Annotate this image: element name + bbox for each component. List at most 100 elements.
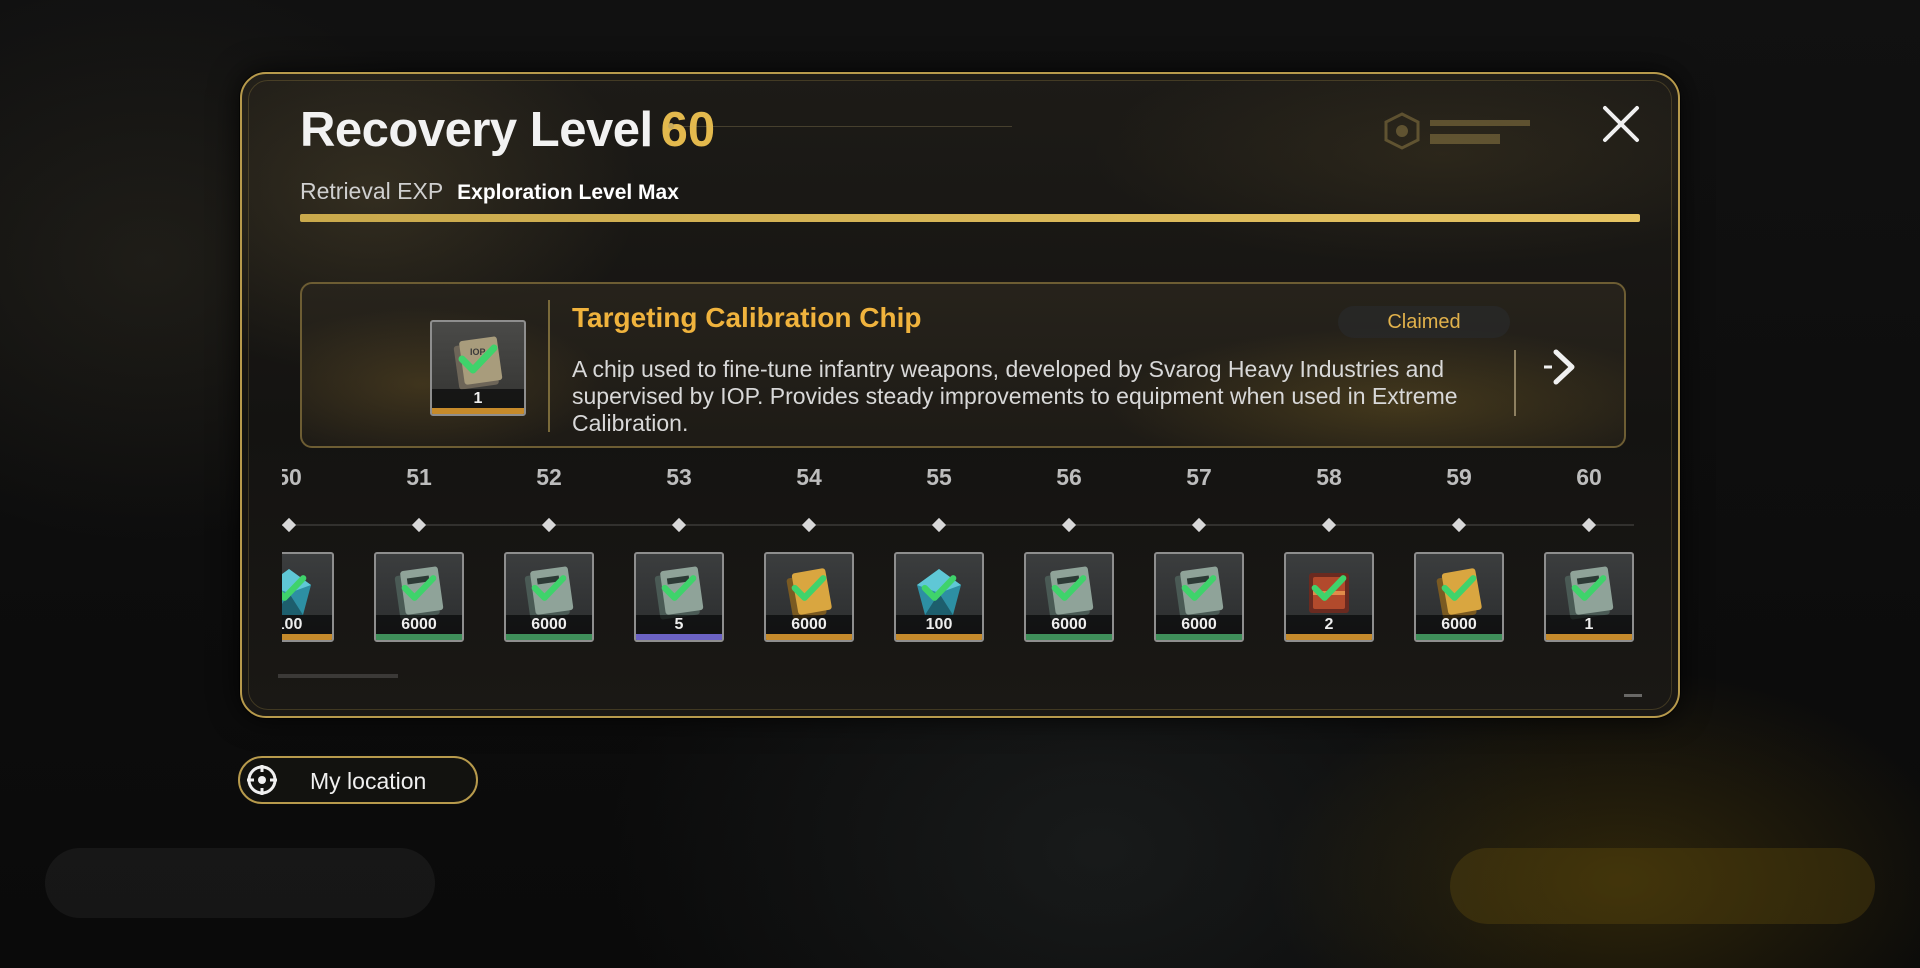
- level-number: 58: [1316, 464, 1342, 490]
- target-icon: [247, 765, 277, 795]
- title-decoration: [668, 123, 1012, 129]
- reward-item: 2: [1284, 552, 1374, 642]
- level-number: 55: [926, 464, 952, 490]
- rarity-bar: [1156, 634, 1242, 640]
- modal-title-row: Recovery Level 60: [300, 102, 715, 158]
- level-number: 59: [1446, 464, 1472, 490]
- level-number: 51: [406, 464, 432, 490]
- claimed-check-icon: [1051, 575, 1087, 602]
- rarity-bar: [766, 634, 852, 640]
- claimed-check-icon: [1181, 575, 1217, 602]
- claimed-check-icon: [531, 575, 567, 602]
- brand-logo-icon: [1384, 112, 1530, 150]
- reward-item-slot[interactable]: 6000: [1024, 552, 1114, 642]
- level-marker: [541, 517, 557, 533]
- reward-quantity: 6000: [1156, 615, 1242, 634]
- reward-item-slot[interactable]: 6000: [374, 552, 464, 642]
- bottom-decoration-right: [1624, 694, 1642, 697]
- close-button[interactable]: [1599, 102, 1643, 146]
- reward-item-slot[interactable]: 5: [634, 552, 724, 642]
- reward-item-slot[interactable]: 6000: [1414, 552, 1504, 642]
- reward-item-slot[interactable]: 6000: [504, 552, 594, 642]
- reward-item: 6000: [374, 552, 464, 642]
- reward-detail-button[interactable]: [1538, 342, 1588, 392]
- chevron-right-icon: [1544, 349, 1575, 385]
- level-reward-track[interactable]: 50 100 51 6000 52 6000 53 5 54 6000 55 100 56 6000 57 6…: [282, 464, 1634, 644]
- claimed-check-icon: [282, 575, 307, 602]
- rarity-bar: [1416, 634, 1502, 640]
- level-number: 50: [282, 464, 302, 490]
- bottom-decoration: [278, 674, 398, 678]
- claimed-check-icon: [458, 344, 498, 374]
- level-marker: [411, 517, 427, 533]
- reward-item: 6000: [504, 552, 594, 642]
- background-button: [1450, 848, 1875, 924]
- level-number: 57: [1186, 464, 1212, 490]
- reward-item: 5: [634, 552, 724, 642]
- recovery-level-number: 60: [660, 103, 716, 157]
- level-marker: [1061, 517, 1077, 533]
- reward-item: 6000: [1154, 552, 1244, 642]
- level-marker: [931, 517, 947, 533]
- claimed-badge: Claimed: [1338, 306, 1510, 338]
- claimed-check-icon: [401, 575, 437, 602]
- level-marker: [1581, 517, 1597, 533]
- reward-item-slot[interactable]: 100: [282, 552, 334, 642]
- reward-quantity: 6000: [506, 615, 592, 634]
- rarity-bar: [1026, 634, 1112, 640]
- reward-item: 100: [894, 552, 984, 642]
- level-marker: [671, 517, 687, 533]
- exp-progress-bar: [300, 214, 1640, 222]
- exp-row: Retrieval EXP Exploration Level Max: [300, 178, 679, 205]
- level-number: 60: [1576, 464, 1602, 490]
- rarity-bar: [896, 634, 982, 640]
- reward-item: 1: [1544, 552, 1634, 642]
- my-location-label: My location: [310, 768, 427, 794]
- reward-name: Targeting Calibration Chip: [572, 302, 922, 333]
- reward-quantity: 6000: [376, 615, 462, 634]
- reward-item-slot[interactable]: 2: [1284, 552, 1374, 642]
- rarity-bar: [1286, 634, 1372, 640]
- reward-item: 100: [282, 552, 334, 642]
- claimed-check-icon: [791, 575, 827, 602]
- reward-quantity: 5: [636, 615, 722, 634]
- reward-item-slot[interactable]: 6000: [764, 552, 854, 642]
- reward-quantity: 2: [1286, 615, 1372, 634]
- claimed-check-icon: [921, 575, 957, 602]
- rarity-bar: [376, 634, 462, 640]
- reward-item-slot[interactable]: 1: [1544, 552, 1634, 642]
- recovery-level-modal: Recovery Level 60 Retrieval EXP Explorat…: [240, 72, 1680, 718]
- reward-item: 6000: [1414, 552, 1504, 642]
- reward-quantity: 6000: [766, 615, 852, 634]
- exp-progress-fill: [300, 214, 1640, 222]
- close-icon: [1603, 106, 1639, 142]
- my-location-button[interactable]: My location: [238, 756, 478, 804]
- claimed-check-icon: [1441, 575, 1477, 602]
- reward-quantity: 6000: [1026, 615, 1112, 634]
- reward-quantity: 100: [896, 615, 982, 634]
- background-pill: [45, 848, 435, 918]
- level-marker: [1451, 517, 1467, 533]
- reward-item: 6000: [1024, 552, 1114, 642]
- card-divider: [548, 300, 550, 432]
- level-number: 52: [536, 464, 562, 490]
- track-line: [282, 524, 1634, 526]
- selected-reward-item[interactable]: IOP 1: [430, 320, 526, 416]
- rarity-bar: [506, 634, 592, 640]
- reward-item-slot[interactable]: 6000: [1154, 552, 1244, 642]
- reward-description: A chip used to fine-tune infantry weapon…: [572, 356, 1458, 436]
- level-marker: [1191, 517, 1207, 533]
- reward-quantity: 6000: [1416, 615, 1502, 634]
- selected-reward-card: IOP 1 Targeting Calibration Chip Claimed…: [300, 282, 1626, 448]
- level-marker: [282, 517, 297, 533]
- level-marker: [1321, 517, 1337, 533]
- claimed-check-icon: [1571, 575, 1607, 602]
- level-number: 56: [1056, 464, 1082, 490]
- claimed-check-icon: [1311, 575, 1347, 602]
- retrieval-exp-label: Retrieval EXP: [300, 178, 444, 204]
- rarity-bar: [282, 634, 332, 640]
- rarity-bar: [636, 634, 722, 640]
- reward-item: 6000: [764, 552, 854, 642]
- reward-item-slot[interactable]: 100: [894, 552, 984, 642]
- rarity-bar: [432, 408, 524, 414]
